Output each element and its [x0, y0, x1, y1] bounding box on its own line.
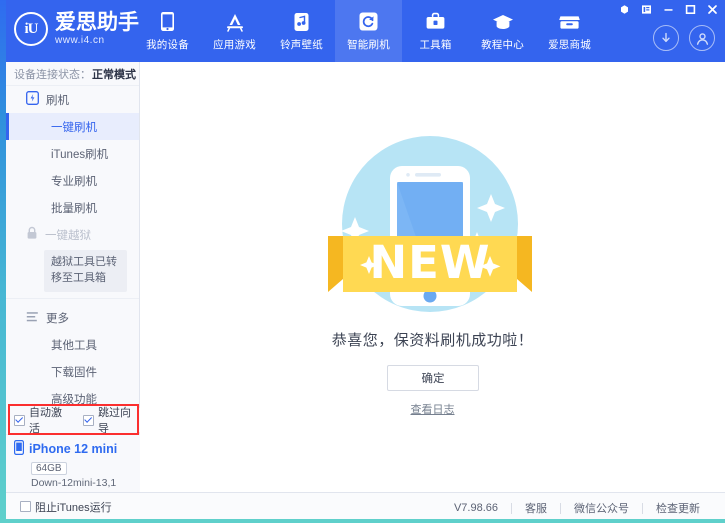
- sidebar-group-more: 更多: [6, 305, 139, 332]
- checkbox-box: [14, 415, 25, 426]
- sidebar-group-label: 一键越狱: [45, 227, 91, 243]
- nav-item-store[interactable]: 爱思商城: [536, 0, 603, 62]
- sidebar-item-label: 专业刷机: [51, 173, 97, 189]
- nav-label: 铃声壁纸: [280, 37, 323, 52]
- check-update-link[interactable]: 检查更新: [643, 500, 713, 516]
- device-identifier: Down-12mini-13,1: [31, 477, 132, 489]
- main-nav: 我的设备 应用游戏 铃声壁纸 智能刷机: [134, 0, 603, 62]
- refresh-icon: [359, 11, 378, 33]
- music-icon: [293, 11, 310, 33]
- logo-url: www.i4.cn: [55, 36, 139, 46]
- lock-icon: [26, 226, 38, 243]
- minimize-icon[interactable]: [662, 3, 675, 16]
- sidebar-item-pro-flash[interactable]: 专业刷机: [6, 167, 139, 194]
- device-connection-status: 设备连接状态： 正常模式: [6, 62, 139, 86]
- sidebar-group-flash: 刷机: [6, 86, 139, 113]
- app-header: iU 爱思助手 www.i4.cn 我的设备 应用游戏: [0, 0, 725, 62]
- device-title-row: iPhone 12 mini: [14, 440, 132, 458]
- account-circle-icon[interactable]: [689, 25, 715, 51]
- nav-label: 工具箱: [419, 37, 451, 52]
- sidebar-item-other-tools[interactable]: 其他工具: [6, 332, 139, 359]
- skin-icon[interactable]: [618, 3, 631, 16]
- sidebar-divider: [6, 298, 139, 299]
- device-capacity-badge: 64GB: [31, 462, 67, 475]
- phone-icon: [160, 11, 175, 33]
- bottom-accent-rule: [0, 519, 725, 523]
- header-user-controls: [653, 25, 715, 51]
- jailbreak-moved-tooltip: 越狱工具已转移至工具箱: [44, 250, 127, 292]
- close-icon[interactable]: [706, 3, 719, 16]
- sidebar-item-label: 下载固件: [51, 364, 97, 380]
- sidebar-item-label: iTunes刷机: [51, 146, 108, 162]
- nav-item-tutorials[interactable]: 教程中心: [469, 0, 536, 62]
- sidebar-group-label: 更多: [46, 310, 69, 326]
- main-content: NEW 恭喜您，保资料刷机成功啦！ 确定 查看日志: [140, 62, 725, 492]
- logo-mark-icon: iU: [14, 12, 48, 46]
- maximize-icon[interactable]: [684, 3, 697, 16]
- sidebar-group-label: 刷机: [46, 92, 69, 108]
- menu-icon[interactable]: [640, 3, 653, 16]
- sidebar-item-itunes-flash[interactable]: iTunes刷机: [6, 140, 139, 167]
- status-bar-right: V7.98.66 客服 微信公众号 检查更新: [441, 500, 725, 516]
- customer-service-link[interactable]: 客服: [512, 500, 560, 516]
- checkbox-label: 跳过向导: [98, 404, 140, 436]
- nav-label: 爱思商城: [548, 37, 591, 52]
- version-label: V7.98.66: [441, 502, 511, 514]
- auto-activate-checkbox[interactable]: 自动激活: [14, 404, 71, 436]
- confirm-button[interactable]: 确定: [387, 365, 479, 391]
- checkbox-box: [20, 501, 31, 512]
- new-phone-badge-illustration: NEW: [295, 132, 565, 327]
- store-icon: [558, 11, 581, 33]
- block-itunes-checkbox[interactable]: 阻止iTunes运行: [20, 499, 112, 515]
- connection-status-value: 正常模式: [92, 66, 136, 82]
- device-name: iPhone 12 mini: [29, 442, 117, 456]
- nav-label: 智能刷机: [347, 37, 390, 52]
- connected-device-card[interactable]: iPhone 12 mini 64GB Down-12mini-13,1: [6, 434, 140, 492]
- checkbox-label: 阻止iTunes运行: [35, 499, 112, 515]
- success-message: 恭喜您，保资料刷机成功啦！: [140, 329, 725, 350]
- nav-item-ringtones-wallpapers[interactable]: 铃声壁纸: [268, 0, 335, 62]
- app-logo[interactable]: iU 爱思助手 www.i4.cn: [14, 12, 139, 46]
- skip-wizard-checkbox[interactable]: 跳过向导: [83, 404, 140, 436]
- device-phone-icon: [14, 440, 24, 458]
- nav-item-toolbox[interactable]: 工具箱: [402, 0, 469, 62]
- view-log-link[interactable]: 查看日志: [140, 401, 725, 417]
- nav-label: 我的设备: [146, 37, 189, 52]
- nav-item-smart-flash[interactable]: 智能刷机: [335, 0, 402, 62]
- sidebar-item-label: 一键刷机: [51, 119, 97, 135]
- nav-label: 应用游戏: [213, 37, 256, 52]
- sidebar-item-download-firmware[interactable]: 下载固件: [6, 359, 139, 386]
- nav-label: 教程中心: [481, 37, 524, 52]
- sidebar-item-label: 其他工具: [51, 337, 97, 353]
- sidebar-item-label: 批量刷机: [51, 200, 97, 216]
- checkbox-label: 自动激活: [29, 404, 71, 436]
- wechat-official-link[interactable]: 微信公众号: [561, 500, 642, 516]
- left-accent-strip: [0, 0, 6, 523]
- nav-item-apps-games[interactable]: 应用游戏: [201, 0, 268, 62]
- flash-phone-icon: [26, 91, 39, 108]
- connection-status-label: 设备连接状态：: [14, 66, 91, 82]
- status-bar-left: 阻止iTunes运行: [6, 499, 112, 518]
- sidebar-item-batch-flash[interactable]: 批量刷机: [6, 194, 139, 221]
- appstore-icon: [224, 11, 246, 33]
- logo-title: 爱思助手: [55, 12, 139, 33]
- sidebar-group-jailbreak: 一键越狱: [6, 221, 139, 248]
- download-circle-icon[interactable]: [653, 25, 679, 51]
- list-icon: [26, 311, 39, 326]
- nav-item-my-device[interactable]: 我的设备: [134, 0, 201, 62]
- checkbox-box: [83, 415, 94, 426]
- svg-text:NEW: NEW: [369, 236, 490, 289]
- aisi-assistant-window: iU 爱思助手 www.i4.cn 我的设备 应用游戏: [0, 0, 725, 523]
- window-controls: [618, 3, 719, 16]
- graduation-icon: [492, 11, 514, 33]
- sidebar-options-row: 自动激活 跳过向导: [6, 408, 140, 432]
- toolbox-icon: [425, 11, 446, 33]
- sidebar-item-one-key-flash[interactable]: 一键刷机: [6, 113, 139, 140]
